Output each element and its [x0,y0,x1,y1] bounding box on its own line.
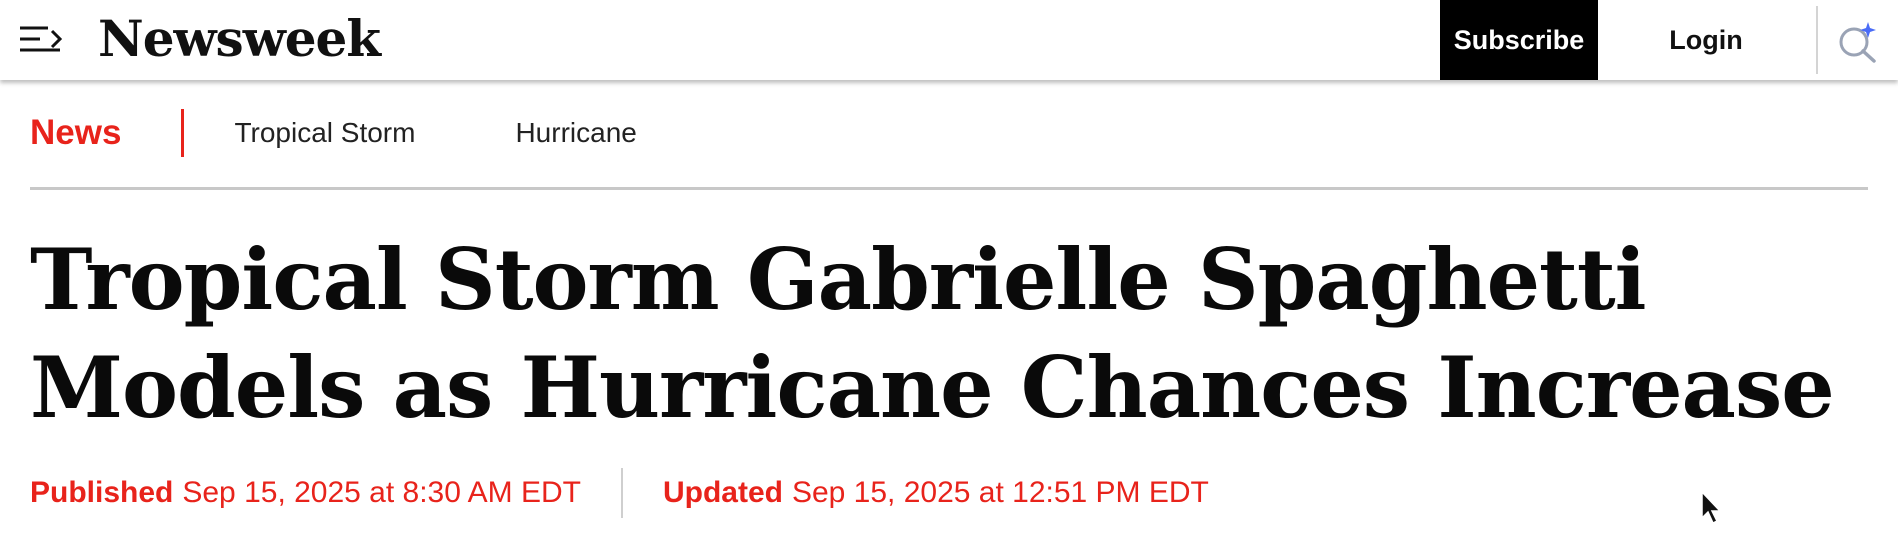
updated-label: Updated [662,476,783,509]
newsweek-logo[interactable]: Newsweek [98,8,381,70]
search-icon[interactable] [1836,20,1880,64]
updated-date: Sep 15, 2025 at 12:51 PM EDT [791,476,1209,509]
section-divider [30,187,1868,190]
article-headline: Tropical Storm Gabrielle Spaghetti Model… [30,230,1835,437]
subscribe-button[interactable]: Subscribe [1440,0,1598,80]
article-dates: Published Sep 15, 2025 at 8:30 AM EDT Up… [30,468,1209,518]
published-date: Sep 15, 2025 at 8:30 AM EDT [182,476,581,509]
logo-text: Newsweek [98,9,381,68]
menu-icon[interactable] [18,23,64,55]
header-divider [1816,6,1818,74]
topic-nav: News Tropical Storm Hurricane [30,105,637,161]
published-label: Published [30,476,174,509]
mouse-cursor-icon [1700,490,1724,526]
topic-tropical-storm-link[interactable]: Tropical Storm [234,117,415,149]
site-header: Newsweek Subscribe Login [0,0,1898,80]
login-button[interactable]: Login [1610,0,1802,80]
topic-news-link[interactable]: News [30,113,121,153]
date-divider [620,468,623,518]
topic-divider [181,109,185,157]
topic-hurricane-link[interactable]: Hurricane [515,117,636,149]
